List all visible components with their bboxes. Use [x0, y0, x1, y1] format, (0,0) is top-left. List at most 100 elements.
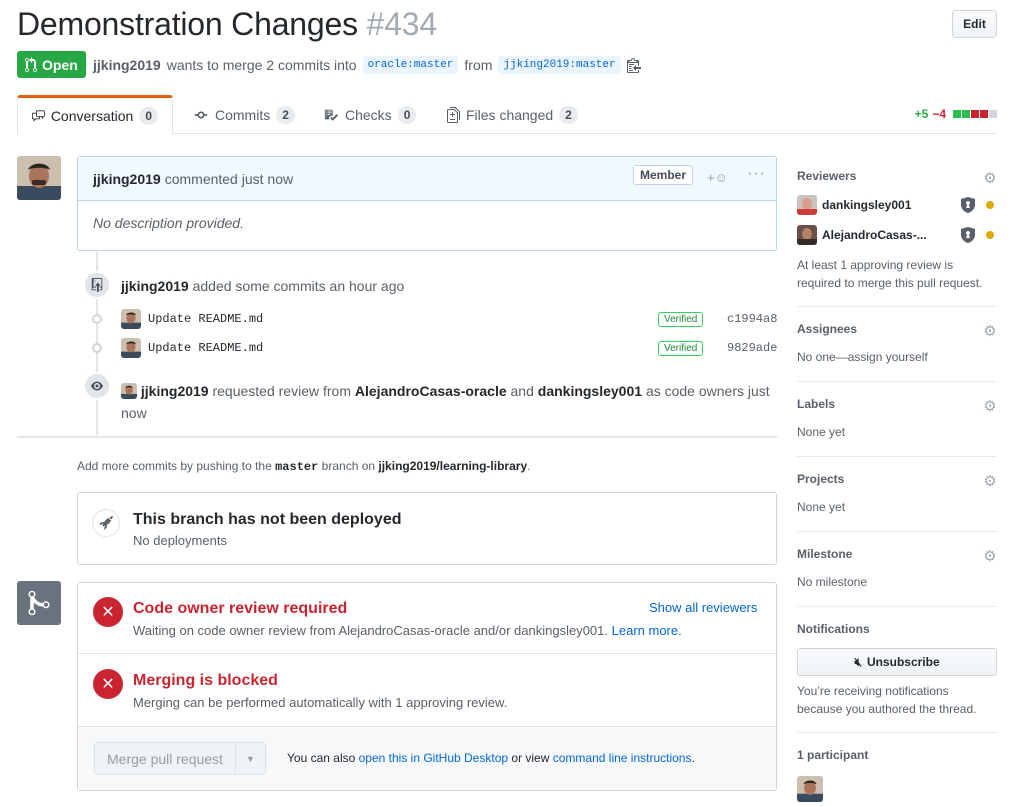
sidebar-divider — [797, 456, 997, 457]
sidebar-divider — [797, 606, 997, 607]
pending-status-dot — [986, 201, 994, 209]
commit-message[interactable]: Update README.md — [148, 341, 263, 355]
tab-label: Conversation — [50, 108, 134, 124]
tab-conversation[interactable]: Conversation 0 — [17, 95, 173, 135]
check2-title: Merging is blocked — [133, 672, 278, 689]
merge-button[interactable]: Merge pull request — [95, 743, 235, 774]
unsubscribe-button[interactable]: 🔇︎ Unsubscribe — [797, 648, 997, 676]
check1-title: Code owner review required — [133, 600, 348, 617]
commits-event: jjking2019 added some commits an hour ag… — [121, 278, 404, 294]
sidebar-divider — [797, 531, 997, 532]
tab-commits[interactable]: Commits 2 — [179, 95, 309, 134]
note-text: Add more commits by pushing to the — [77, 459, 272, 473]
event-text: added some commits an hour ago — [192, 278, 405, 294]
merge-button-group: Merge pull request ▼ — [94, 742, 266, 775]
cli-instructions-link[interactable]: command line instructions — [553, 751, 692, 765]
period: . — [691, 751, 695, 765]
state-label: Open — [42, 56, 78, 73]
reviewer-item[interactable]: AlejandroCasas-... — [797, 225, 927, 245]
event-and: and — [510, 383, 534, 399]
participant-avatar[interactable] — [797, 776, 823, 802]
commit-message[interactable]: Update README.md — [148, 312, 263, 326]
merge-box: ✕ Code owner review required Show all re… — [77, 582, 777, 791]
verified-badge[interactable]: Verified — [658, 311, 704, 327]
sidebar-divider — [797, 732, 997, 733]
kebab-menu-icon[interactable]: ··· — [747, 165, 766, 183]
tab-label: Commits — [215, 106, 271, 123]
projects-title: Projects — [797, 472, 845, 486]
milestone-value: No milestone — [797, 575, 868, 589]
edit-button[interactable]: Edit — [952, 10, 997, 38]
commit-sha[interactable]: c1994a8 — [727, 312, 777, 326]
eye-icon — [83, 372, 111, 400]
also-text: You can also — [287, 751, 356, 765]
commit-sha[interactable]: 9829ade — [727, 341, 777, 355]
comment-header: jjking2019 commented just now Member +☺ … — [78, 157, 776, 201]
learn-more-link[interactable]: Learn more. — [612, 623, 682, 638]
reviewer-avatar — [797, 225, 817, 245]
comment-action: commented just now — [164, 170, 294, 187]
gear-icon[interactable]: ⚙ — [983, 549, 997, 564]
merge-text: wants to merge 2 commits into — [166, 57, 357, 73]
labels-section: Labels ⚙ None yet — [797, 397, 997, 439]
note-branch: master — [275, 460, 319, 474]
event-actor[interactable]: jjking2019 — [121, 278, 189, 294]
add-reaction-icon[interactable]: +☺ — [707, 170, 728, 185]
gear-icon[interactable]: ⚙ — [983, 324, 997, 339]
head-branch[interactable]: jjking2019:master — [498, 56, 621, 74]
commit-avatar[interactable] — [121, 338, 141, 358]
event-actor[interactable]: jjking2019 — [141, 383, 209, 399]
projects-section: Projects ⚙ None yet — [797, 472, 997, 514]
repo-link[interactable]: jjking2019/learning-library — [378, 459, 527, 473]
commit-row: Update README.md Verified c1994a8 — [90, 307, 780, 331]
tab-checks[interactable]: Checks 0 — [309, 95, 430, 134]
tab-files-changed[interactable]: Files changed 2 — [433, 95, 592, 134]
commit-avatar[interactable] — [121, 309, 141, 329]
pending-status-dot — [986, 231, 994, 239]
comment-discussion-icon — [32, 110, 45, 122]
commit-row: Update README.md Verified 9829ade — [90, 336, 780, 360]
show-all-reviewers-link[interactable]: Show all reviewers — [649, 600, 757, 615]
check1-sub: Waiting on code owner review from Alejan… — [133, 623, 682, 638]
gear-icon[interactable]: ⚙ — [983, 474, 997, 489]
reviewer-name: dankingsley001 — [822, 198, 912, 212]
gear-icon[interactable]: ⚙ — [983, 399, 997, 414]
reviewer-link[interactable]: dankingsley001 — [538, 383, 642, 399]
note-period: . — [527, 459, 531, 473]
reviewers-title: Reviewers — [797, 169, 857, 183]
comment-author[interactable]: jjking2019 — [93, 171, 161, 187]
participants-title: 1 participant — [797, 748, 869, 762]
or-view-text: or view — [511, 751, 550, 765]
labels-title: Labels — [797, 397, 836, 411]
base-branch[interactable]: oracle:master — [362, 56, 459, 74]
reviewer-item[interactable]: dankingsley001 — [797, 195, 911, 215]
state-badge: Open — [17, 51, 86, 78]
author-avatar[interactable] — [17, 156, 61, 200]
reviewer-link[interactable]: AlejandroCasas-oracle — [355, 383, 507, 399]
timeline-divider — [17, 436, 777, 438]
assignees-section: Assignees ⚙ No one—assign yourself — [797, 322, 997, 364]
pr-meta: jjking2019 wants to merge 2 commits into… — [93, 56, 641, 74]
deploy-sub: No deployments — [133, 533, 227, 548]
commit-dot — [92, 314, 102, 324]
comment-box: jjking2019 commented just now Member +☺ … — [77, 156, 777, 251]
assignees-title: Assignees — [797, 322, 858, 336]
event-text: requested review from — [212, 383, 351, 399]
caret-down-icon[interactable]: ▼ — [234, 743, 265, 774]
notifications-note: You’re receiving notifications because y… — [797, 684, 977, 716]
diffstat: +5 −4 — [915, 107, 997, 121]
assignees-value[interactable]: No one—assign yourself — [797, 350, 997, 364]
tab-counter: 0 — [139, 107, 158, 125]
comment-body: No description provided. — [93, 215, 244, 231]
commit-dot — [92, 343, 102, 353]
verified-badge[interactable]: Verified — [658, 340, 704, 356]
github-desktop-link[interactable]: open this in GitHub Desktop — [359, 751, 508, 765]
tab-label: Checks — [345, 106, 392, 123]
x-icon: ✕ — [93, 669, 123, 699]
event-avatar[interactable] — [121, 383, 137, 399]
file-diff-icon — [447, 106, 460, 123]
clipboard-icon[interactable] — [626, 57, 641, 73]
gear-icon[interactable]: ⚙ — [983, 171, 997, 186]
author-link[interactable]: jjking2019 — [93, 57, 161, 73]
diffstat-bar — [952, 110, 997, 118]
